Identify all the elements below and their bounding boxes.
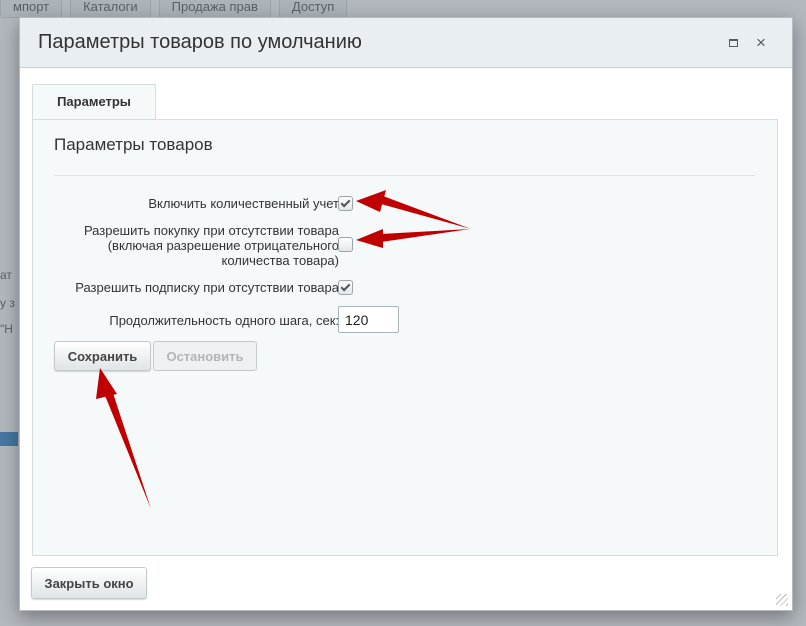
- resize-grip[interactable]: [776, 594, 788, 606]
- default-product-params-dialog: Параметры товаров по умолчанию × Парамет…: [19, 17, 793, 611]
- allow-purchase-label-line: количества товара): [221, 253, 339, 268]
- dialog-title: Параметры товаров по умолчанию: [38, 31, 362, 53]
- dialog-header: Параметры товаров по умолчанию ×: [20, 18, 792, 68]
- close-icon[interactable]: ×: [753, 34, 769, 51]
- dialog-body: Параметры Параметры товаров Включить кол…: [20, 69, 792, 610]
- stop-button[interactable]: Остановить: [153, 341, 257, 371]
- allow-subscription-checkbox[interactable]: [338, 280, 353, 295]
- close-window-button[interactable]: Закрыть окно: [31, 567, 147, 599]
- allow-subscription-label: Разрешить подписку при отсутствии товара: [75, 280, 339, 295]
- allow-purchase-label-line: (включая разрешение отрицательного: [107, 238, 339, 253]
- maximize-icon[interactable]: [725, 35, 741, 51]
- divider: [54, 175, 755, 176]
- allow-purchase-checkbox[interactable]: [338, 237, 353, 252]
- allow-purchase-label: Разрешить покупку при отсутствии товара …: [84, 223, 339, 268]
- step-duration-input[interactable]: [338, 306, 399, 333]
- panel-title: Параметры товаров: [54, 135, 213, 154]
- tab-parameters[interactable]: Параметры: [32, 84, 156, 120]
- quantity-tracking-label: Включить количественный учет: [148, 196, 339, 211]
- checkmark-icon: [340, 197, 351, 208]
- parameters-panel: Параметры товаров Включить количественны…: [32, 119, 778, 556]
- quantity-tracking-checkbox[interactable]: [338, 196, 353, 211]
- allow-purchase-label-line: Разрешить покупку при отсутствии товара: [83, 223, 339, 238]
- checkmark-icon: [340, 281, 351, 292]
- save-button[interactable]: Сохранить: [54, 341, 151, 371]
- step-duration-label: Продолжительность одного шага, сек:: [109, 313, 339, 328]
